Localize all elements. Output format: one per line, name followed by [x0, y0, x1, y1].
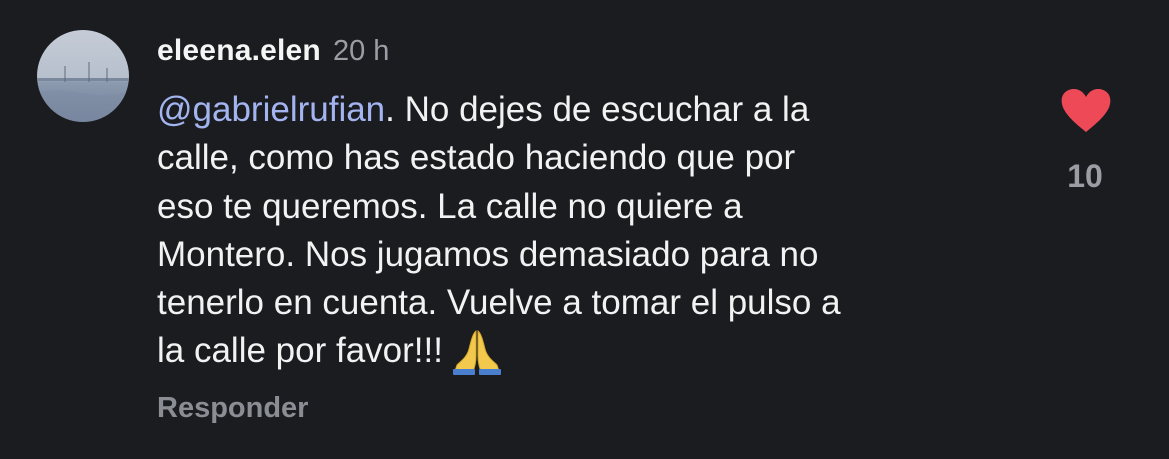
- comment-line-text: . No dejes de escuchar a la: [385, 90, 810, 129]
- avatar[interactable]: [37, 30, 129, 122]
- comment-line: @gabrielrufian. No dejes de escuchar a l…: [157, 86, 1027, 134]
- comment-line: Montero. Nos jugamos demasiado para no: [157, 234, 819, 274]
- comment-header: eleena.elen 20 h: [157, 34, 389, 74]
- comment-line: la calle por favor!!!: [157, 327, 1027, 376]
- comment-line: tenerlo en cuenta. Vuelve a tomar el pul…: [157, 283, 841, 323]
- avatar-image: [37, 30, 129, 122]
- reply-button[interactable]: Responder: [157, 392, 308, 425]
- comment: eleena.elen 20 h @gabrielrufian. No deje…: [0, 0, 1169, 459]
- mention-link[interactable]: @gabrielrufian: [157, 90, 385, 129]
- folded-hands-emoji: [449, 327, 505, 376]
- heart-icon[interactable]: [1060, 88, 1112, 134]
- comment-line: eso te queremos. La calle no quiere a: [157, 186, 743, 226]
- comment-line-text: la calle por favor!!!: [157, 331, 443, 371]
- username[interactable]: eleena.elen: [157, 34, 321, 68]
- like-count: 10: [1067, 158, 1103, 194]
- timestamp: 20 h: [332, 35, 390, 67]
- comment-line: calle, como has estado haciendo que por: [157, 138, 796, 178]
- comment-text: @gabrielrufian. No dejes de escuchar a l…: [157, 86, 1027, 376]
